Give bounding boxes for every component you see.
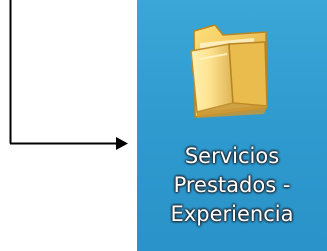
desktop-folder-icon[interactable]: Servicios Prestados - Experiencia [153, 10, 311, 247]
folder-label-line-3: Experiencia [170, 202, 294, 226]
desktop-area: Servicios Prestados - Experiencia [137, 0, 327, 251]
arrow-head [116, 137, 128, 150]
folder-label-line-1: Servicios [184, 144, 280, 168]
folder-label-line-2: Prestados - [173, 173, 291, 197]
folder-icon [190, 24, 268, 118]
folder-label: Servicios Prestados - Experiencia [153, 142, 311, 229]
